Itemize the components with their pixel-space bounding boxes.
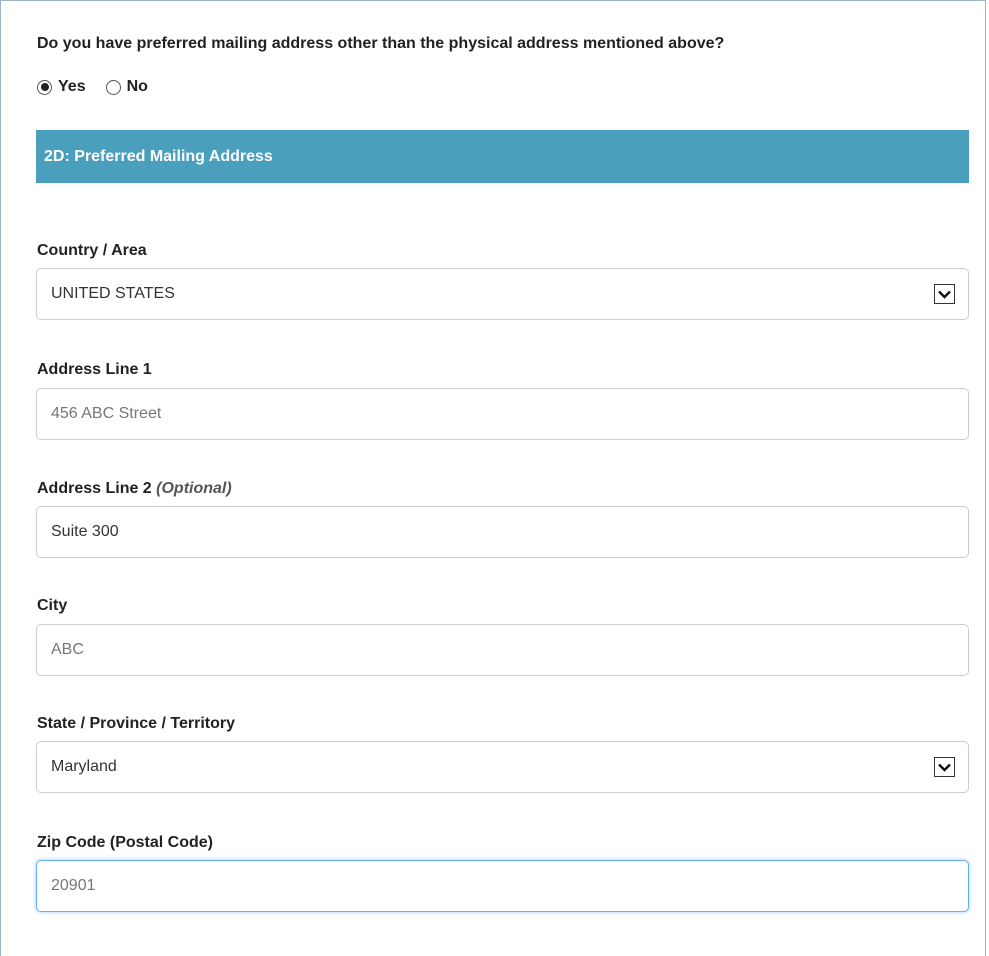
state-select[interactable]: Maryland xyxy=(36,741,969,793)
city-input[interactable]: ABC xyxy=(36,624,969,676)
zip-code-value: 20901 xyxy=(51,877,96,894)
address-line-2-value: Suite 300 xyxy=(51,523,119,540)
radio-label-no: No xyxy=(126,78,148,95)
radio-option-no[interactable]: No xyxy=(105,78,148,96)
city-value: ABC xyxy=(51,641,84,658)
mailing-address-question: Do you have preferred mailing address ot… xyxy=(37,35,725,52)
address-line-1-input[interactable]: 456 ABC Street xyxy=(36,388,969,440)
form-panel: Do you have preferred mailing address ot… xyxy=(0,0,986,956)
address-line-2-label-text: Address Line 2 xyxy=(37,480,152,497)
state-selected-value: Maryland xyxy=(51,758,117,775)
chevron-down-icon[interactable] xyxy=(934,284,955,304)
mailing-address-radio-group: Yes No xyxy=(37,78,168,96)
address-line-2-label: Address Line 2 (Optional) xyxy=(37,480,232,498)
radio-button-no[interactable] xyxy=(105,79,121,95)
country-label: Country / Area xyxy=(37,242,147,259)
radio-option-yes[interactable]: Yes xyxy=(37,78,86,96)
address-line-2-input[interactable]: Suite 300 xyxy=(36,506,969,558)
radio-button-yes[interactable] xyxy=(37,79,52,95)
zip-code-label: Zip Code (Postal Code) xyxy=(37,834,213,851)
address-line-1-label: Address Line 1 xyxy=(37,361,152,378)
optional-indicator: (Optional) xyxy=(156,480,232,497)
section-header: 2D: Preferred Mailing Address xyxy=(36,130,969,183)
radio-selected-dot xyxy=(40,83,49,91)
chevron-down-icon[interactable] xyxy=(934,757,955,777)
zip-code-input[interactable]: 20901 xyxy=(36,860,969,912)
country-selected-value: UNITED STATES xyxy=(51,285,175,302)
radio-label-yes: Yes xyxy=(58,78,86,95)
country-select[interactable]: UNITED STATES xyxy=(36,268,969,320)
state-label: State / Province / Territory xyxy=(37,715,235,732)
city-label: City xyxy=(37,597,68,614)
address-line-1-value: 456 ABC Street xyxy=(51,405,162,422)
